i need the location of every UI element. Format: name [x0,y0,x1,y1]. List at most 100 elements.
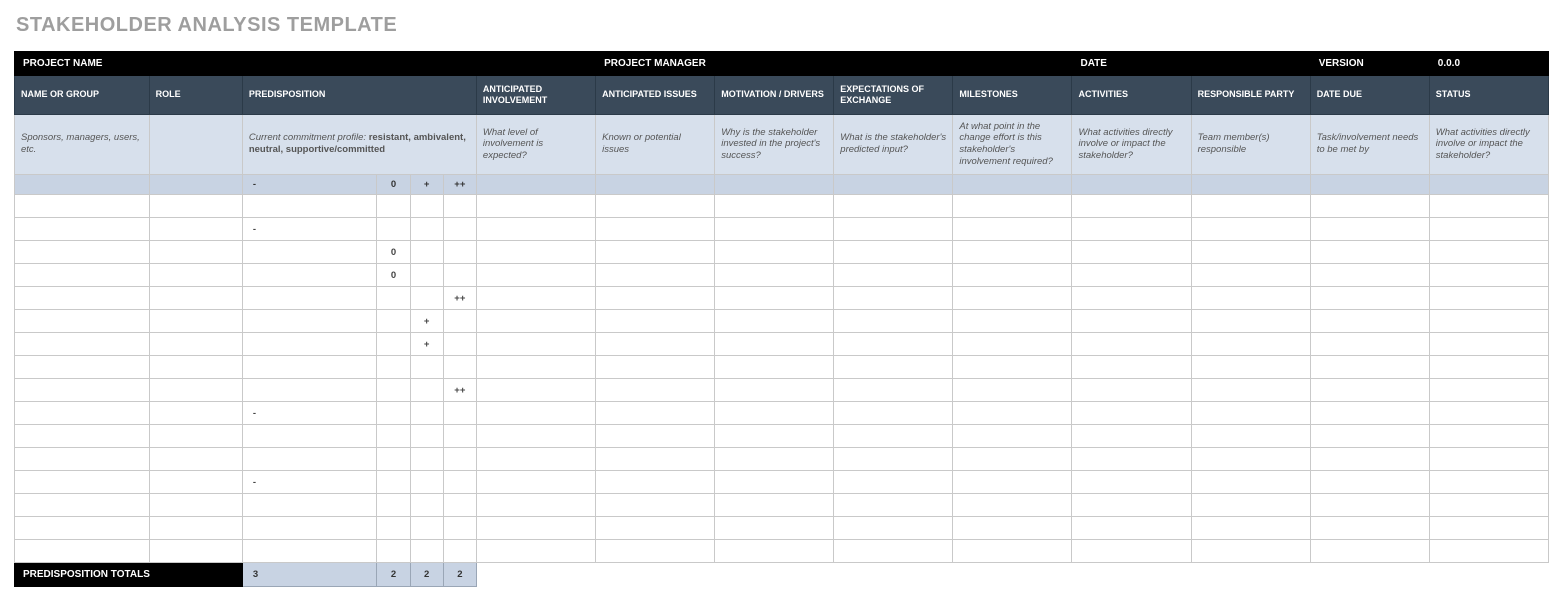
cell[interactable] [1191,402,1310,425]
cell[interactable] [1429,287,1548,310]
cell[interactable]: ++ [443,287,476,310]
cell[interactable] [410,402,443,425]
cell[interactable] [715,471,834,494]
cell[interactable] [1429,356,1548,379]
cell[interactable] [410,264,443,287]
cell[interactable] [1429,195,1548,218]
cell[interactable] [476,494,595,517]
cell[interactable] [410,218,443,241]
cell[interactable] [834,195,953,218]
cell[interactable] [242,241,377,264]
cell[interactable] [242,310,377,333]
cell[interactable] [1429,241,1548,264]
cell[interactable] [443,540,476,563]
cell[interactable] [476,310,595,333]
cell[interactable] [1072,264,1191,287]
cell[interactable]: - [242,402,377,425]
cell[interactable] [476,517,595,540]
cell[interactable] [1191,333,1310,356]
cell[interactable] [377,471,410,494]
cell[interactable] [15,356,150,379]
cell[interactable] [1429,402,1548,425]
cell[interactable] [953,448,1072,471]
cell[interactable] [15,310,150,333]
cell[interactable] [1310,494,1429,517]
cell[interactable] [834,471,953,494]
cell[interactable] [1072,494,1191,517]
cell[interactable] [242,356,377,379]
cell[interactable]: 0 [377,264,410,287]
cell[interactable] [1429,218,1548,241]
cell[interactable] [242,264,377,287]
cell[interactable] [149,356,242,379]
cell[interactable] [1191,517,1310,540]
cell[interactable] [1191,471,1310,494]
cell[interactable] [596,333,715,356]
cell[interactable] [715,195,834,218]
cell[interactable] [1191,287,1310,310]
cell[interactable] [410,540,443,563]
cell[interactable] [1191,494,1310,517]
cell[interactable] [242,448,377,471]
cell[interactable] [596,241,715,264]
cell[interactable] [834,310,953,333]
cell[interactable] [1191,356,1310,379]
cell[interactable] [410,356,443,379]
cell[interactable] [1429,471,1548,494]
cell[interactable] [15,425,150,448]
cell[interactable] [715,218,834,241]
cell[interactable] [377,287,410,310]
cell[interactable] [953,494,1072,517]
cell[interactable] [1072,425,1191,448]
cell[interactable] [443,356,476,379]
cell[interactable] [1310,471,1429,494]
cell[interactable] [1429,540,1548,563]
cell[interactable] [834,356,953,379]
cell[interactable] [377,379,410,402]
cell[interactable] [1310,264,1429,287]
cell[interactable] [1072,471,1191,494]
cell[interactable] [1310,402,1429,425]
cell[interactable] [715,494,834,517]
cell[interactable] [476,356,595,379]
cell[interactable] [596,471,715,494]
cell[interactable] [242,287,377,310]
cell[interactable] [476,471,595,494]
cell[interactable] [476,540,595,563]
cell[interactable] [15,379,150,402]
cell[interactable] [596,218,715,241]
cell[interactable] [715,517,834,540]
cell[interactable] [410,379,443,402]
hdr-project-name[interactable]: PROJECT NAME [15,52,596,76]
cell[interactable] [953,333,1072,356]
cell[interactable] [410,448,443,471]
cell[interactable] [1072,333,1191,356]
cell[interactable] [953,379,1072,402]
cell[interactable] [15,287,150,310]
cell[interactable] [476,333,595,356]
cell[interactable] [596,540,715,563]
cell[interactable] [476,218,595,241]
cell[interactable] [242,333,377,356]
cell[interactable] [1429,379,1548,402]
cell[interactable] [596,402,715,425]
cell[interactable] [410,241,443,264]
cell[interactable] [596,425,715,448]
cell[interactable] [377,333,410,356]
cell[interactable] [715,241,834,264]
cell[interactable] [953,218,1072,241]
cell[interactable] [149,517,242,540]
cell[interactable] [15,241,150,264]
cell[interactable] [149,402,242,425]
cell[interactable] [410,287,443,310]
cell[interactable] [410,425,443,448]
cell[interactable] [149,310,242,333]
cell[interactable] [149,471,242,494]
cell[interactable] [443,494,476,517]
cell[interactable] [410,517,443,540]
cell[interactable] [15,195,150,218]
cell[interactable] [476,379,595,402]
cell[interactable] [149,241,242,264]
cell[interactable] [149,379,242,402]
cell[interactable] [149,448,242,471]
